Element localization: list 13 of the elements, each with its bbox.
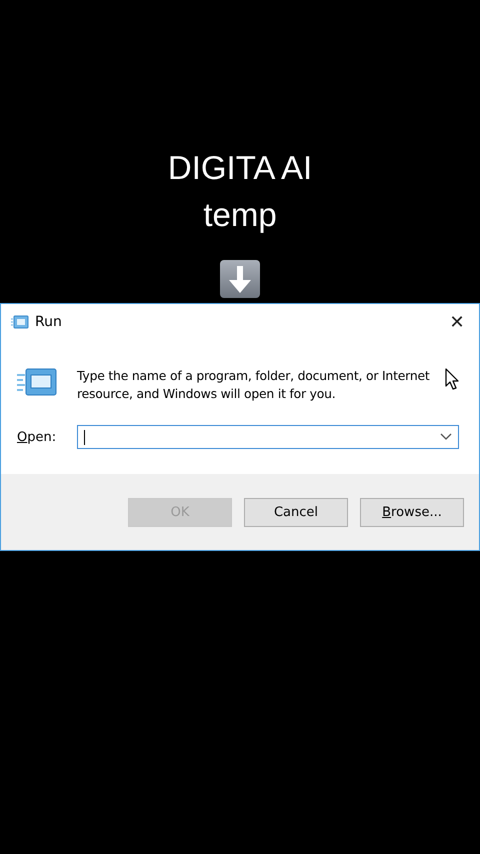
dialog-button[interactable]: Cancel	[244, 498, 348, 526]
caption-text: DIGITA AI	[168, 148, 312, 188]
open-field[interactable]	[77, 425, 459, 449]
mouse-cursor-icon	[445, 368, 460, 391]
dialog-button[interactable]: Browse...	[360, 498, 464, 526]
run-app-icon	[17, 367, 57, 397]
window-title: Run	[35, 314, 63, 330]
dropdown-chevron-icon[interactable]	[440, 433, 452, 441]
caption-text: temp	[203, 195, 277, 235]
run-app-icon	[11, 315, 29, 329]
close-button[interactable]: ✕	[445, 312, 469, 332]
open-label: Open:	[17, 430, 58, 444]
instruction-text: Type the name of a program, folder, document, or Internet resource, and Windows will open it for you.	[77, 367, 431, 403]
